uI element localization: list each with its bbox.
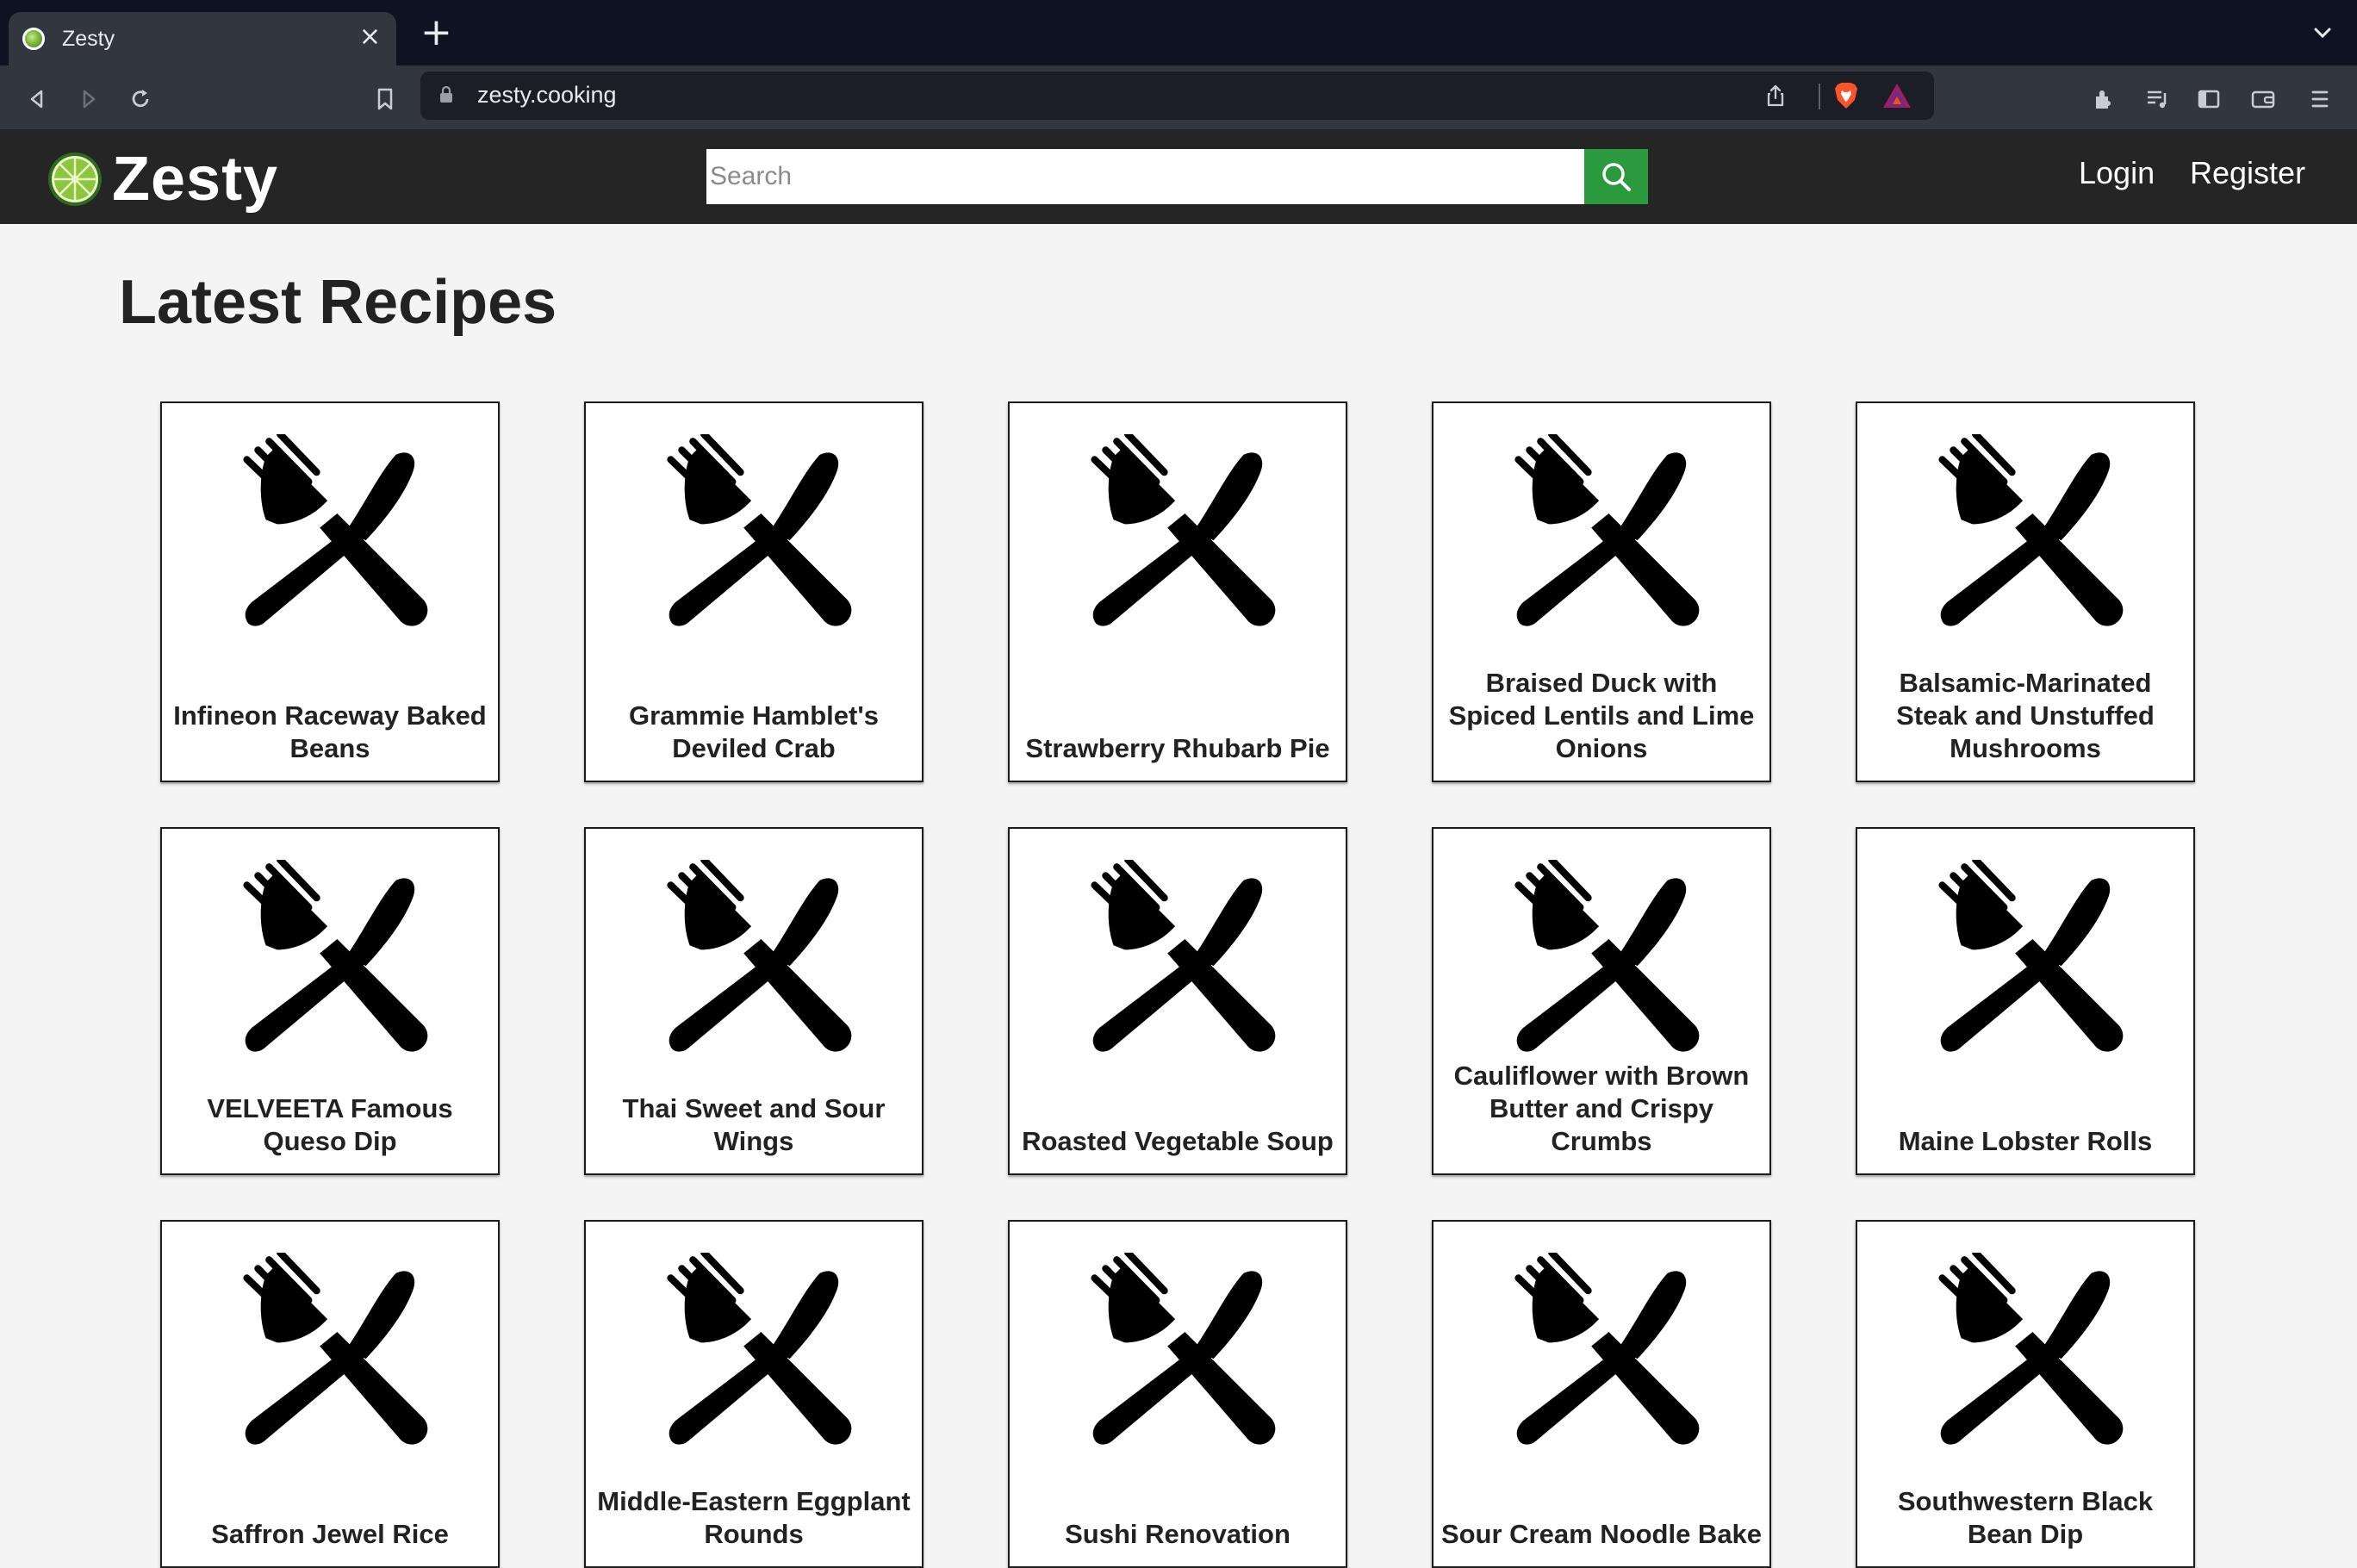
recipe-card[interactable]: Sushi Renovation [1008, 1220, 1347, 1568]
login-link[interactable]: Login [2079, 155, 2155, 191]
recipe-title: Cauliflower with Brown Butter and Crispy… [1453, 1061, 1750, 1156]
fork-knife-icon [656, 1253, 855, 1451]
recipe-card[interactable]: Saffron Jewel Rice [160, 1220, 500, 1568]
recipe-card[interactable]: Strawberry Rhubarb Pie [1008, 401, 1347, 782]
reload-icon[interactable] [126, 84, 155, 114]
recipe-title: Maine Lobster Rolls [1898, 1126, 2153, 1156]
recipe-title: Middle-Eastern Eggplant Rounds [597, 1486, 911, 1549]
fork-knife-icon [233, 434, 431, 632]
fork-knife-icon [656, 434, 855, 632]
recipe-title: Balsamic-Marinated Steak and Unstuffed M… [1896, 668, 2155, 763]
recipe-card[interactable]: VELVEETA Famous Queso Dip [160, 827, 500, 1175]
recipe-title: Strawberry Rhubarb Pie [1025, 733, 1330, 763]
recipe-card[interactable]: Balsamic-Marinated Steak and Unstuffed M… [1856, 401, 2195, 782]
lime-logo-icon [48, 152, 102, 206]
search-icon [1602, 163, 1631, 191]
address-bar[interactable]: zesty.cooking [420, 72, 1934, 120]
recipe-title: Infineon Raceway Baked Beans [173, 700, 487, 763]
menu-icon[interactable] [2305, 84, 2335, 114]
browser-tab[interactable]: Zesty × [9, 12, 396, 65]
recipe-title: Grammie Hamblet's Deviled Crab [629, 700, 879, 763]
extensions-icon[interactable] [2089, 84, 2118, 114]
brave-shields-icon[interactable] [1832, 81, 1860, 110]
recipe-card[interactable]: Grammie Hamblet's Deviled Crab [584, 401, 924, 782]
fork-knife-icon [1080, 860, 1278, 1058]
register-link[interactable]: Register [2190, 155, 2305, 191]
fork-knife-icon [1504, 1253, 1702, 1451]
recipe-title: Thai Sweet and Sour Wings [622, 1093, 886, 1156]
page-title: Latest Recipes [119, 268, 557, 337]
recipe-card[interactable]: Thai Sweet and Sour Wings [584, 827, 924, 1175]
zesty-logo[interactable]: Zesty [47, 145, 278, 214]
recipe-card[interactable]: Cauliflower with Brown Butter and Crispy… [1432, 827, 1771, 1175]
recipe-card[interactable]: Infineon Raceway Baked Beans [160, 401, 500, 782]
fork-knife-icon [1504, 434, 1702, 632]
recipe-card[interactable]: Braised Duck with Spiced Lentils and Lim… [1432, 401, 1771, 782]
browser-tab-bar: Zesty × + [0, 0, 2357, 65]
sidebar-icon[interactable] [2194, 84, 2223, 114]
logo-text: Zesty [112, 145, 279, 214]
site-header: Zesty Login Register [0, 129, 2357, 224]
recipe-title: Braised Duck with Spiced Lentils and Lim… [1448, 668, 1755, 763]
share-icon[interactable] [1763, 84, 1788, 108]
recipe-card[interactable]: Roasted Vegetable Soup [1008, 827, 1347, 1175]
fork-knife-icon [1928, 860, 2126, 1058]
recipe-title: Roasted Vegetable Soup [1022, 1126, 1334, 1156]
recipe-title: Southwestern Black Bean Dip [1897, 1486, 2154, 1549]
zesty-favicon-icon [22, 28, 45, 50]
tab-search-chevron-icon[interactable] [2310, 21, 2335, 49]
search-bar [706, 149, 1648, 204]
close-tab-icon[interactable]: × [359, 24, 381, 50]
recipe-title: Sour Cream Noodle Bake [1440, 1519, 1763, 1549]
fork-knife-icon [1080, 434, 1278, 632]
url-text[interactable]: zesty.cooking [477, 82, 617, 109]
back-icon[interactable] [22, 84, 52, 114]
fork-knife-icon [656, 860, 855, 1058]
recipe-grid: Infineon Raceway Baked Beans Grammie Hamb… [160, 401, 2195, 1568]
fork-knife-icon [1080, 1253, 1278, 1451]
recipe-card[interactable]: Maine Lobster Rolls [1856, 827, 2195, 1175]
fork-knife-icon [1928, 1253, 2126, 1451]
brave-rewards-icon[interactable] [1882, 82, 1912, 109]
recipe-card[interactable]: Middle-Eastern Eggplant Rounds [584, 1220, 924, 1568]
recipe-title: Sushi Renovation [1065, 1519, 1290, 1549]
recipe-card[interactable]: Sour Cream Noodle Bake [1432, 1220, 1771, 1568]
new-tab-button[interactable]: + [420, 14, 452, 52]
fork-knife-icon [1928, 434, 2126, 632]
recipe-title: VELVEETA Famous Queso Dip [207, 1093, 453, 1156]
forward-icon[interactable] [74, 84, 103, 114]
playlist-icon[interactable] [2142, 84, 2172, 114]
lock-icon [440, 86, 452, 103]
tab-title: Zesty [62, 26, 115, 51]
recipe-title: Saffron Jewel Rice [211, 1519, 449, 1549]
wallet-icon[interactable] [2248, 84, 2278, 114]
search-button[interactable] [1584, 149, 1648, 204]
search-input[interactable] [706, 149, 1584, 204]
recipe-card[interactable]: Southwestern Black Bean Dip [1856, 1220, 2195, 1568]
fork-knife-icon [1504, 860, 1702, 1058]
omnibox-divider [1819, 84, 1820, 109]
bookmark-icon[interactable] [370, 84, 400, 114]
fork-knife-icon [233, 1253, 431, 1451]
fork-knife-icon [233, 860, 431, 1058]
